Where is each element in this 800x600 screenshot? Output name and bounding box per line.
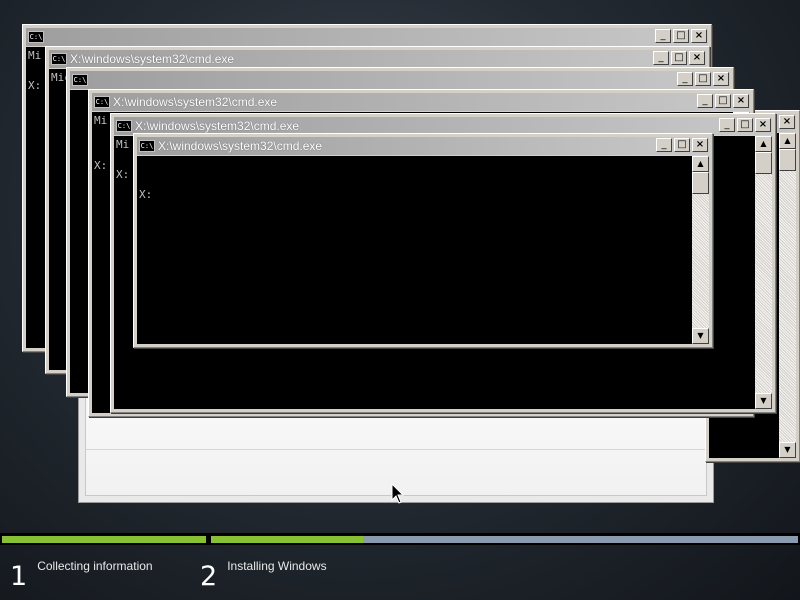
close-icon[interactable]: × <box>733 94 749 108</box>
console-line: ​ <box>139 172 690 187</box>
cmd-icon: C:\ <box>139 140 155 152</box>
mouse-pointer-icon <box>391 482 405 504</box>
vertical-scrollbar[interactable]: ▲ ▼ <box>779 133 796 458</box>
scroll-down-arrow-icon[interactable]: ▼ <box>779 442 796 458</box>
maximize-icon[interactable]: □ <box>673 29 689 43</box>
scroll-thumb[interactable] <box>779 149 796 171</box>
progress-step2-fill <box>211 536 363 543</box>
scroll-down-arrow-icon[interactable]: ▼ <box>755 393 772 409</box>
window-title: X:\windows\system32\cmd.exe <box>113 95 278 109</box>
maximize-icon[interactable]: □ <box>674 138 690 152</box>
vertical-scrollbar[interactable]: ▲ ▼ <box>755 136 772 409</box>
scroll-up-arrow-icon[interactable]: ▲ <box>779 133 796 149</box>
close-icon[interactable]: × <box>779 115 795 129</box>
scroll-thumb[interactable] <box>692 172 709 194</box>
window-titlebar[interactable]: C:\ X:\windows\system32\cmd.exe _ □ × <box>92 93 750 111</box>
minimize-icon[interactable]: _ <box>719 118 735 132</box>
close-icon[interactable]: × <box>692 138 708 152</box>
scroll-up-arrow-icon[interactable]: ▲ <box>692 156 709 172</box>
console-output[interactable]: ​​X: <box>137 156 692 344</box>
window-titlebar[interactable]: C:\ X:\windows\system32\cmd.exe _ □ × <box>137 137 709 155</box>
cmd-icon: C:\ <box>51 53 67 65</box>
minimize-icon[interactable]: _ <box>697 94 713 108</box>
cmd-icon: C:\ <box>72 74 88 86</box>
window-title: X:\windows\system32\cmd.exe <box>158 139 323 153</box>
maximize-icon[interactable]: □ <box>695 72 711 86</box>
window-titlebar[interactable]: C:\ _ □ × <box>26 28 708 46</box>
step-label: Collecting information <box>37 559 153 573</box>
cmd-icon: C:\ <box>116 120 132 132</box>
scroll-up-arrow-icon[interactable]: ▲ <box>755 136 772 152</box>
maximize-icon[interactable]: □ <box>671 51 687 65</box>
window-titlebar[interactable]: C:\ _ □ × <box>70 71 730 89</box>
setup-step-collecting: 1 Collecting information <box>10 556 153 598</box>
step-number: 2 <box>200 561 218 592</box>
close-icon[interactable]: × <box>689 51 705 65</box>
scroll-down-arrow-icon[interactable]: ▼ <box>692 328 709 344</box>
scroll-thumb[interactable] <box>755 152 772 174</box>
maximize-icon[interactable]: □ <box>737 118 753 132</box>
console-line: X: <box>139 188 153 201</box>
console-line: ​ <box>139 157 690 172</box>
close-icon[interactable]: × <box>713 72 729 86</box>
maximize-icon[interactable]: □ <box>715 94 731 108</box>
minimize-icon[interactable]: _ <box>655 29 671 43</box>
vertical-scrollbar[interactable]: ▲ ▼ <box>692 156 709 344</box>
minimize-icon[interactable]: _ <box>677 72 693 86</box>
window-title: X:\windows\system32\cmd.exe <box>135 119 300 133</box>
step-number: 1 <box>10 561 28 592</box>
setup-dialog-divider <box>85 449 707 450</box>
window-titlebar[interactable]: C:\ X:\windows\system32\cmd.exe _ □ × <box>49 50 706 68</box>
step-label: Installing Windows <box>227 559 327 573</box>
close-icon[interactable]: × <box>691 29 707 43</box>
setup-step-installing: 2 Installing Windows <box>200 556 327 598</box>
cmd-icon: C:\ <box>28 31 44 43</box>
close-icon[interactable]: × <box>755 118 771 132</box>
minimize-icon[interactable]: _ <box>653 51 669 65</box>
progress-step2-remaining <box>363 536 798 543</box>
progress-step1-fill <box>2 536 206 543</box>
minimize-icon[interactable]: _ <box>656 138 672 152</box>
cmd-window[interactable]: C:\ X:\windows\system32\cmd.exe _ □ × ​​… <box>133 133 713 348</box>
window-title: X:\windows\system32\cmd.exe <box>70 52 235 66</box>
cmd-icon: C:\ <box>94 96 110 108</box>
